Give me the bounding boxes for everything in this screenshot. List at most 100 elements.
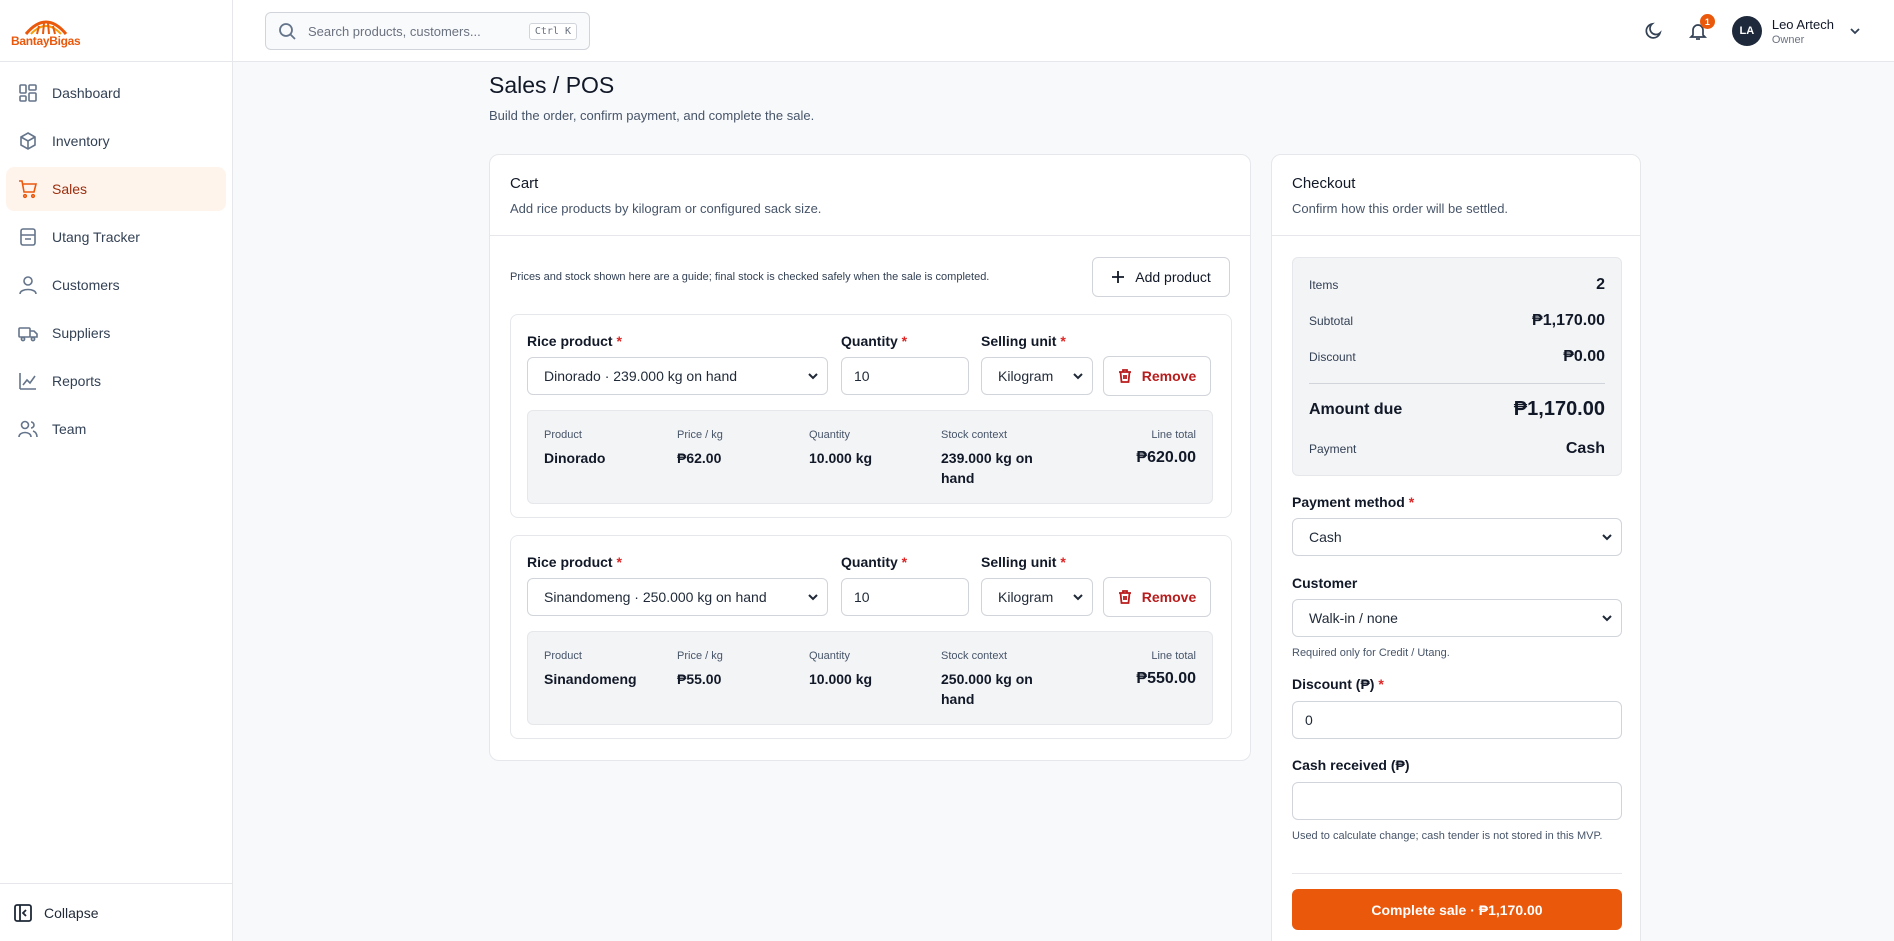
truck-icon (18, 327, 38, 342)
search-shortcut: Ctrl K (528, 22, 577, 40)
dashboard-icon (19, 84, 37, 102)
product-select[interactable]: Sinandomeng · 250.000 kg on hand (527, 578, 828, 616)
amount-due-label: Amount due (1309, 400, 1403, 418)
line-total: ₱620.00 (1136, 449, 1196, 466)
complete-sale-button[interactable]: Complete sale · ₱1,170.00 (1292, 889, 1622, 930)
chevron-down-icon (1073, 373, 1083, 380)
payment-label: Payment (1309, 442, 1357, 456)
line-quantity: 10.000 kg (809, 671, 873, 687)
sidebar-item-label: Customers (52, 277, 120, 293)
brand-name: BantayBigas (11, 33, 81, 48)
amount-due-value: ₱1,170.00 (1513, 398, 1605, 420)
page-subtitle: Build the order, confirm payment, and co… (489, 108, 815, 123)
trash-icon (1118, 590, 1131, 604)
collapse-icon (14, 903, 32, 922)
customer-help-text: Required only for Credit / Utang. (1292, 647, 1450, 659)
line-price: ₱62.00 (677, 450, 722, 466)
discount-label: Discount (1309, 350, 1356, 364)
cart-icon (19, 180, 38, 199)
quantity-input[interactable]: 10 (841, 357, 969, 395)
sidebar-item-utang-tracker[interactable]: Utang Tracker (6, 215, 226, 259)
checkout-card: Checkout Confirm how this order will be … (1271, 154, 1641, 941)
add-product-button[interactable]: Add product (1092, 257, 1230, 297)
customer-select[interactable]: Walk-in / none (1292, 599, 1622, 637)
chevron-down-icon (1602, 534, 1612, 541)
payment-method-label: Payment method * (1292, 494, 1415, 510)
unit-field-label: Selling unit * (981, 333, 1066, 349)
search-input[interactable]: Search products, customers... Ctrl K (265, 12, 590, 50)
user-icon (19, 276, 37, 295)
unit-select[interactable]: Kilogram (981, 578, 1093, 616)
product-field-label: Rice product * (527, 333, 622, 349)
discount-input[interactable]: 0 (1292, 701, 1622, 739)
product-field-label: Rice product * (527, 554, 622, 570)
sidebar-item-label: Dashboard (52, 85, 121, 101)
logo-icon (24, 20, 67, 35)
quantity-field-label: Quantity * (841, 333, 908, 349)
customer-label: Customer (1292, 575, 1358, 591)
payment-method-select[interactable]: Cash (1292, 518, 1622, 556)
sidebar-item-label: Suppliers (52, 325, 111, 341)
cart-card: Cart Add rice products by kilogram or co… (489, 154, 1251, 761)
sidebar-item-sales[interactable]: Sales (6, 167, 226, 211)
quantity-field-label: Quantity * (841, 554, 908, 570)
sidebar-item-label: Sales (52, 181, 88, 197)
sidebar-item-reports[interactable]: Reports (6, 359, 226, 403)
quantity-input[interactable]: 10 (841, 578, 969, 616)
chevron-down-icon[interactable] (1848, 24, 1862, 38)
chevron-down-icon (808, 594, 818, 601)
sidebar-item-team[interactable]: Team (6, 407, 226, 451)
line-total: ₱550.00 (1136, 670, 1196, 687)
remove-button[interactable]: Remove (1103, 577, 1211, 617)
brand-logo[interactable]: BantayBigas (0, 0, 232, 62)
divider (1309, 383, 1605, 384)
notification-badge: 1 (1699, 14, 1715, 29)
theme-toggle-button[interactable] (1644, 21, 1664, 41)
collapse-label: Collapse (44, 904, 99, 921)
topbar: Search products, customers... Ctrl K 1 L… (233, 0, 1894, 62)
line-product: Dinorado (544, 450, 606, 466)
search-placeholder: Search products, customers... (308, 23, 481, 39)
collapse-button[interactable]: Collapse (0, 883, 233, 941)
order-totals: Items 2 Subtotal ₱1,170.00 Discount ₱0.0… (1292, 257, 1622, 476)
unit-select[interactable]: Kilogram (981, 357, 1093, 395)
sidebar-item-label: Inventory (52, 133, 110, 149)
box-icon (20, 132, 36, 150)
chevron-down-icon (1073, 594, 1083, 601)
avatar[interactable]: LA (1731, 16, 1762, 46)
cash-received-label: Cash received (₱) (1292, 757, 1410, 773)
line-summary: Product Sinandomeng Price / kg ₱55.00 Quan… (527, 631, 1213, 725)
remove-button[interactable]: Remove (1103, 356, 1211, 396)
cash-received-input[interactable] (1292, 782, 1622, 820)
unit-field-label: Selling unit * (981, 554, 1066, 570)
divider (1292, 873, 1622, 874)
sidebar-nav: Dashboard Inventory Sales Utang Tracker … (0, 62, 232, 464)
sidebar-item-dashboard[interactable]: Dashboard (6, 71, 226, 115)
cart-title: Cart (510, 175, 539, 192)
items-value: 2 (1596, 276, 1605, 293)
page-title: Sales / POS (489, 72, 615, 98)
sidebar: BantayBigas Dashboard Inventory Sales Ut… (0, 0, 233, 941)
payment-value: Cash (1565, 440, 1605, 457)
notifications-button[interactable]: 1 (1688, 14, 1715, 41)
checkout-title: Checkout (1292, 175, 1356, 192)
sidebar-item-inventory[interactable]: Inventory (6, 119, 226, 163)
sidebar-item-label: Utang Tracker (52, 229, 140, 245)
trash-icon (1118, 369, 1131, 383)
line-stock: 239.000 kg on hand (941, 450, 1033, 486)
line-summary: Product Dinorado Price / kg ₱62.00 Quantit… (527, 410, 1213, 504)
sidebar-item-customers[interactable]: Customers (6, 263, 226, 307)
user-name: Leo Artech (1771, 16, 1834, 32)
discount-value: ₱0.00 (1563, 348, 1605, 365)
plus-icon (1112, 271, 1125, 283)
sidebar-item-label: Reports (52, 373, 102, 389)
cart-line: Rice product * Quantity * Selling unit *… (510, 535, 1232, 739)
user-role: Owner (1771, 33, 1805, 46)
sidebar-item-label: Team (52, 421, 87, 437)
chevron-down-icon (1602, 615, 1612, 622)
sidebar-item-suppliers[interactable]: Suppliers (6, 311, 226, 355)
discount-field-label: Discount (₱) * (1292, 676, 1384, 692)
product-select[interactable]: Dinorado · 239.000 kg on hand (527, 357, 828, 395)
user-menu[interactable]: Leo Artech Owner (1772, 17, 1834, 46)
checkout-subtitle: Confirm how this order will be settled. (1292, 201, 1509, 216)
